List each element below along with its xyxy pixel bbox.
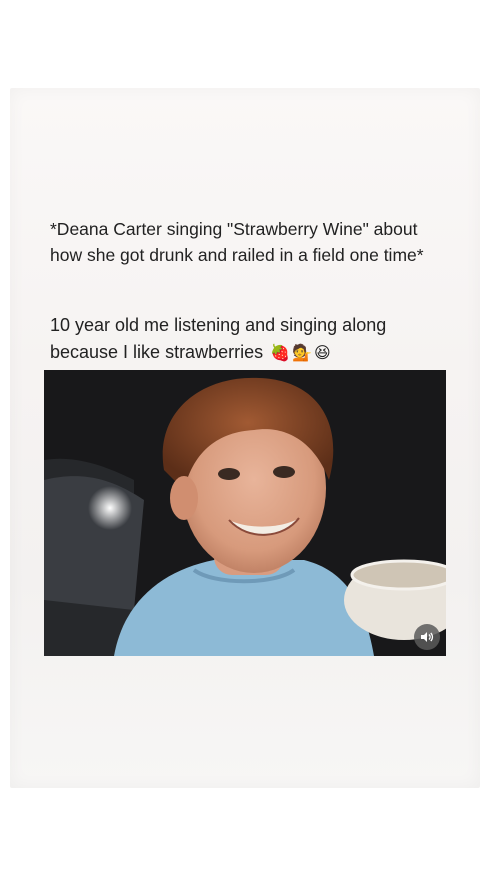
speaker-volume-icon	[421, 632, 434, 642]
strawberry-emoji-icon: 🍓	[270, 343, 291, 362]
caption-text: 10 year old me listening and singing alo…	[50, 312, 450, 366]
sound-button[interactable]	[414, 624, 440, 650]
post-video[interactable]	[44, 370, 446, 656]
grinning-squinting-face-emoji-icon: 😆	[313, 343, 331, 362]
caption-main-text: 10 year old me listening and singing alo…	[50, 315, 387, 362]
woman-tipping-hand-emoji-icon: 💁	[292, 343, 312, 362]
boy-photo-image	[44, 370, 446, 656]
caption-quote: *Deana Carter singing "Strawberry Wine" …	[50, 219, 424, 265]
